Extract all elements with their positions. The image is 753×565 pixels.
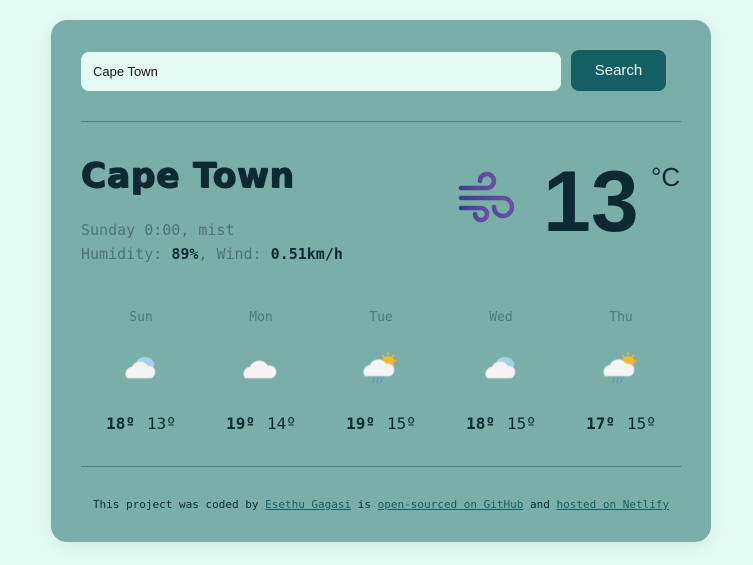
forecast-day: Tue 19º 15º (321, 310, 441, 440)
footer-text: This project was coded by (92, 498, 266, 511)
forecast-temps: 19º 14º (201, 414, 321, 433)
current-temperature: 13 (543, 154, 639, 250)
forecast-max: 19º (226, 414, 255, 433)
forecast-max: 18º (106, 414, 135, 433)
forecast-day: Mon 19º 14º (201, 310, 321, 440)
forecast-day: Thu 17º 15º (561, 310, 681, 440)
humidity-label: Humidity: (81, 245, 172, 263)
weather-card: Search Cape Town Sunday 0:00, mist Humid… (51, 20, 711, 542)
humidity-wind-line: Humidity: 89%, Wind: 0.51km/h (81, 242, 343, 266)
forecast-temps: 19º 15º (321, 414, 441, 433)
forecast-day-name: Sun (129, 310, 153, 325)
cloud-sun-icon (485, 357, 516, 379)
sun-rain-icon (363, 352, 397, 383)
forecast-min: 13º (147, 414, 176, 433)
forecast-min: 15º (507, 414, 536, 433)
city-name: Cape Town (80, 155, 295, 196)
temperature-unit: °C (651, 162, 681, 192)
forecast-temps: 18º 13º (81, 414, 201, 433)
forecast-min: 15º (627, 414, 656, 433)
forecast-day: Wed 18º 15º (441, 310, 561, 440)
wind-icon (458, 171, 515, 223)
cloud-icon (243, 360, 277, 379)
forecast-max: 18º (466, 414, 495, 433)
forecast-temps: 18º 15º (441, 414, 561, 433)
netlify-link[interactable]: hosted on Netlify (557, 498, 670, 511)
forecast-temps: 17º 15º (561, 414, 681, 433)
footer-text: is (351, 498, 378, 511)
divider-bottom (81, 466, 681, 467)
forecast-day-name: Wed (489, 310, 513, 325)
footer: This project was coded by Esethu Gagasi … (51, 498, 711, 511)
cloud-sun-icon (125, 357, 156, 379)
forecast-min: 14º (267, 414, 296, 433)
search-form: Search (81, 50, 666, 92)
forecast-max: 17º (586, 414, 615, 433)
github-link[interactable]: open-sourced on GitHub (378, 498, 524, 511)
forecast-min: 15º (387, 414, 416, 433)
forecast-day-name: Mon (249, 310, 273, 325)
footer-text: and (523, 498, 557, 511)
forecast-list: Sun 18º 13º Mon 19º 14º Tue 19º 15º Wed … (81, 310, 681, 440)
search-button[interactable]: Search (571, 50, 666, 91)
author-link[interactable]: Esethu Gagasi (265, 498, 351, 511)
humidity-value: 89% (171, 245, 199, 263)
wind-value: 0.51km/h (270, 245, 343, 263)
forecast-day-name: Thu (609, 310, 633, 325)
forecast-max: 19º (346, 414, 375, 433)
datetime-condition: Sunday 0:00, mist (81, 221, 235, 239)
forecast-day-name: Tue (369, 310, 393, 325)
forecast-day: Sun 18º 13º (81, 310, 201, 440)
search-input[interactable] (81, 52, 561, 91)
wind-label: , Wind: (198, 245, 271, 263)
sun-rain-icon (603, 352, 637, 383)
divider-top (81, 121, 681, 122)
current-details: Sunday 0:00, mist Humidity: 89%, Wind: 0… (81, 218, 343, 266)
